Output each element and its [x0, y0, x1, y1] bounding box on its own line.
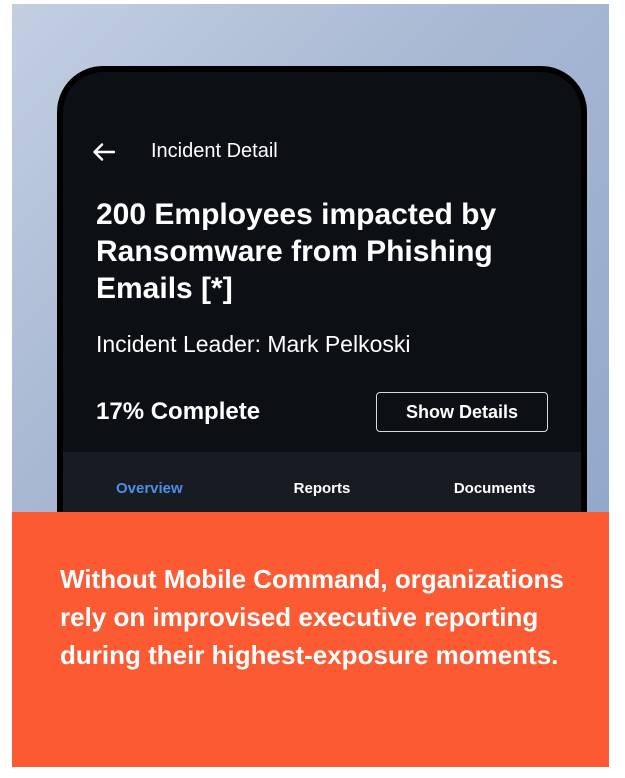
show-details-button[interactable]: Show Details [376, 392, 548, 432]
tab-reports[interactable]: Reports [236, 452, 409, 512]
screen-header: Incident Detail [93, 140, 278, 163]
tab-bar: Overview Reports Documents [63, 452, 581, 512]
phone-mockup: Incident Detail 200 Employees impacted b… [57, 66, 587, 512]
hero-image: Incident Detail 200 Employees impacted b… [12, 4, 609, 512]
tab-overview[interactable]: Overview [63, 452, 236, 512]
arrow-left-icon[interactable] [93, 141, 119, 163]
screen-header-title: Incident Detail [151, 140, 278, 162]
callout-banner: Without Mobile Command, organizations re… [12, 512, 609, 767]
tab-documents[interactable]: Documents [408, 452, 581, 512]
callout-text: Without Mobile Command, organizations re… [60, 564, 564, 670]
incident-title: 200 Employees impacted by Ransomware fro… [96, 198, 497, 305]
incident-leader: Incident Leader: Mark Pelkoski [96, 331, 411, 357]
progress-status: 17% Complete [96, 398, 261, 425]
promo-card: Incident Detail 200 Employees impacted b… [12, 4, 609, 767]
